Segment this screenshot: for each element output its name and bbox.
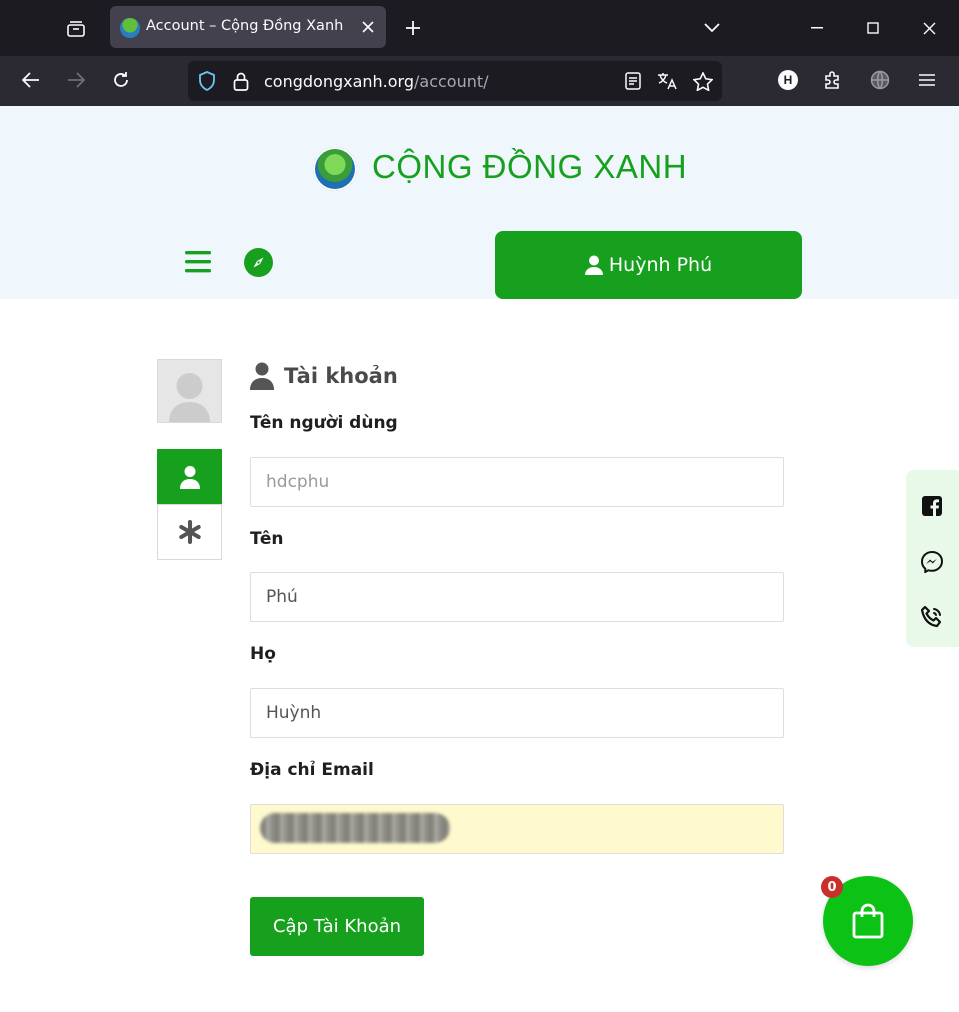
facebook-icon	[922, 496, 942, 517]
hamburger-icon	[919, 74, 935, 86]
reload-icon	[114, 72, 128, 87]
redacted-email	[260, 813, 450, 843]
back-button[interactable]	[15, 64, 47, 96]
explore-button[interactable]	[244, 248, 273, 277]
maximize-button[interactable]	[845, 0, 901, 56]
first-name-label: Tên	[250, 529, 284, 549]
user-name: Huỳnh Phú	[608, 254, 713, 276]
compass-icon	[253, 257, 264, 268]
maximize-icon	[867, 22, 879, 34]
menu-button[interactable]	[184, 248, 212, 276]
site-favicon-icon	[120, 18, 140, 38]
extension-h-badge: H	[778, 70, 798, 90]
star-icon	[693, 71, 713, 91]
page-content: CỘNG ĐỒNG XANH Huỳnh Phú Tài khoản Tên n…	[0, 106, 959, 1012]
user-icon	[584, 255, 603, 275]
shopping-bag-icon	[852, 903, 884, 939]
asterisk-icon	[178, 520, 201, 544]
first-name-field[interactable]	[250, 572, 784, 622]
cart-count-badge: 0	[821, 876, 843, 898]
translate-icon	[658, 73, 677, 90]
avatar	[157, 359, 222, 423]
section-title: Tài khoản	[250, 362, 398, 390]
last-name-label: Họ	[250, 644, 276, 664]
messenger-link[interactable]	[919, 549, 945, 575]
window-close-button[interactable]	[901, 0, 957, 56]
messenger-icon	[921, 551, 943, 573]
close-icon	[362, 21, 374, 33]
bookmark-button[interactable]	[693, 71, 713, 91]
phone-icon	[920, 605, 942, 628]
reload-button[interactable]	[105, 64, 137, 96]
puzzle-icon	[825, 71, 839, 89]
account-extension-button[interactable]: H	[772, 64, 804, 96]
reader-view-icon	[625, 72, 641, 90]
tab-list-icon	[67, 21, 85, 37]
tab-close-button[interactable]	[358, 17, 378, 37]
list-all-tabs-button[interactable]	[696, 12, 728, 44]
phone-link[interactable]	[919, 604, 945, 630]
minimize-button[interactable]	[789, 0, 845, 56]
username-label: Tên người dùng	[250, 413, 398, 433]
site-header: CỘNG ĐỒNG XANH Huỳnh Phú	[0, 106, 959, 299]
browser-tab-bar: Account – Cộng Đồng Xanh	[0, 0, 959, 56]
email-label: Địa chỉ Email	[250, 760, 374, 780]
back-arrow-icon	[22, 72, 39, 88]
url-domain: congdongxanh.org	[264, 72, 415, 91]
tab-list-button[interactable]	[58, 12, 94, 46]
username-field[interactable]	[250, 457, 784, 507]
last-name-field[interactable]	[250, 688, 784, 738]
globe-icon	[870, 70, 890, 90]
user-icon	[179, 466, 200, 489]
url-bar[interactable]: congdongxanh.org/account/	[188, 61, 722, 101]
url-path: /account/	[414, 72, 489, 91]
plus-icon	[406, 21, 420, 35]
forward-button[interactable]	[60, 64, 92, 96]
forward-arrow-icon	[68, 72, 85, 88]
shield-icon[interactable]	[197, 71, 217, 91]
lock-icon[interactable]	[231, 71, 251, 91]
reader-view-button[interactable]	[623, 71, 643, 91]
tab-title: Account – Cộng Đồng Xanh	[146, 18, 344, 34]
facebook-link[interactable]	[919, 493, 945, 519]
url-text: congdongxanh.org/account/	[264, 72, 489, 91]
user-account-button[interactable]: Huỳnh Phú	[495, 231, 802, 299]
chevron-down-icon	[704, 23, 720, 33]
site-logo-text[interactable]: CỘNG ĐỒNG XANH	[372, 148, 687, 186]
site-logo-icon[interactable]	[313, 147, 357, 191]
user-icon	[250, 362, 274, 390]
translate-button[interactable]	[657, 71, 677, 91]
hamburger-icon	[185, 251, 211, 273]
new-tab-button[interactable]	[398, 12, 428, 44]
close-icon	[923, 22, 935, 34]
social-contact-bar	[906, 470, 959, 647]
extensions-button[interactable]	[817, 64, 849, 96]
tab-account[interactable]	[157, 449, 222, 505]
tab-password[interactable]	[157, 504, 222, 560]
browser-nav-bar: congdongxanh.org/account/ H	[0, 56, 959, 106]
avatar-placeholder-icon	[169, 373, 210, 422]
update-account-button[interactable]: Cập Tài Khoản	[250, 897, 424, 956]
section-title-text: Tài khoản	[284, 364, 398, 388]
active-tab[interactable]: Account – Cộng Đồng Xanh	[110, 6, 386, 48]
app-menu-button[interactable]	[911, 64, 943, 96]
globe-extension-button[interactable]	[864, 64, 896, 96]
minimize-icon	[811, 27, 823, 29]
